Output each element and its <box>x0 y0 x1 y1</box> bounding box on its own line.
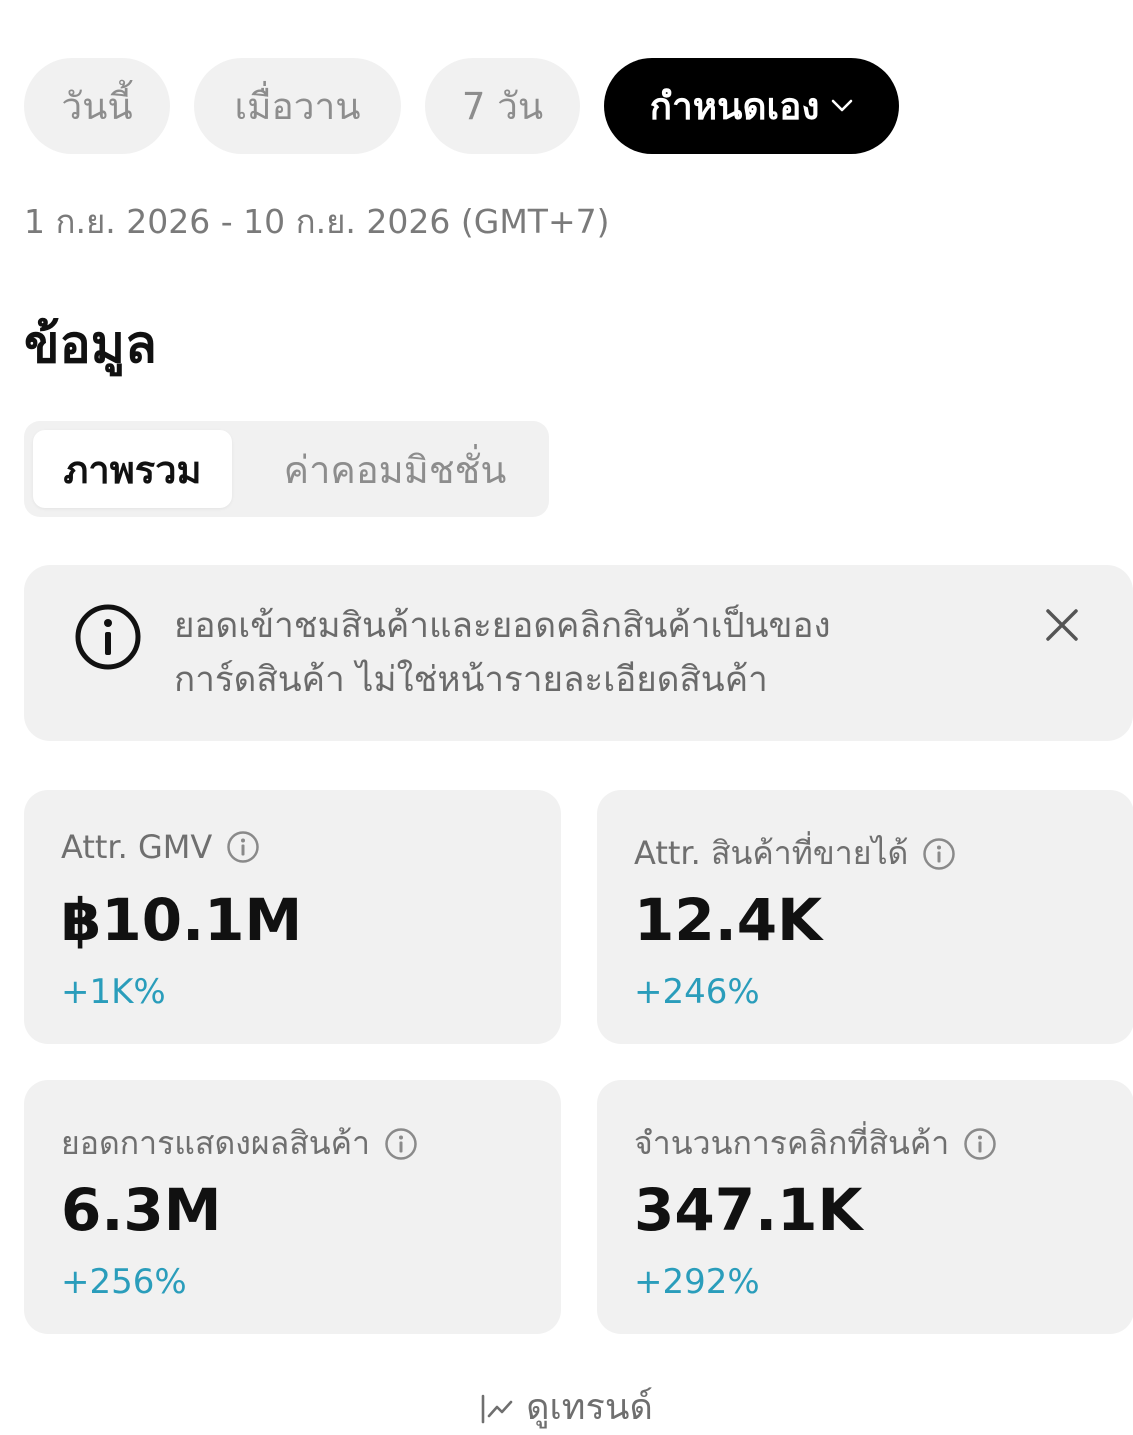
metric-card-product-clicks[interactable]: จำนวนการคลิกที่สินค้า 347.1K +292% <box>597 1080 1133 1334</box>
metric-label: จำนวนการคลิกที่สินค้า <box>634 1124 950 1162</box>
filter-today-chip[interactable]: วันนี้ <box>24 58 170 154</box>
info-icon <box>75 604 141 670</box>
info-icon[interactable] <box>922 837 956 871</box>
filter-yesterday-chip[interactable]: เมื่อวาน <box>194 58 401 154</box>
info-icon[interactable] <box>384 1127 418 1161</box>
tab-overview-label: ภาพรวม <box>63 447 202 492</box>
metric-card-attr-items-sold[interactable]: Attr. สินค้าที่ขายได้ 12.4K +246% <box>597 790 1133 1044</box>
tab-commission-label: ค่าคอมมิชชั่น <box>283 447 507 492</box>
section-title: ข้อมูล <box>24 315 157 375</box>
metric-label-row: Attr. GMV <box>61 828 260 866</box>
notice-text: ยอดเข้าชมสินค้าและยอดคลิกสินค้าเป็นของ ก… <box>174 599 831 707</box>
tab-overview[interactable]: ภาพรวม <box>33 430 232 508</box>
tab-switcher: ภาพรวม ค่าคอมมิชชั่น <box>24 421 549 517</box>
view-trend-label: ดูเทรนด์ <box>526 1387 653 1428</box>
metric-change: +292% <box>634 1262 760 1302</box>
chevron-down-icon <box>832 99 853 112</box>
metric-label: Attr. GMV <box>61 828 213 866</box>
metric-label-row: จำนวนการคลิกที่สินค้า <box>634 1118 997 1169</box>
close-icon[interactable] <box>1044 607 1080 643</box>
notice-line-2: การ์ดสินค้า ไม่ใช่หน้ารายละเอียดสินค้า <box>174 660 768 700</box>
notice-line-1: ยอดเข้าชมสินค้าและยอดคลิกสินค้าเป็นของ <box>174 606 831 646</box>
notice-banner: ยอดเข้าชมสินค้าและยอดคลิกสินค้าเป็นของ ก… <box>24 565 1133 741</box>
filter-yesterday-label: เมื่อวาน <box>234 84 361 128</box>
filter-7-days-chip[interactable]: 7 วัน <box>425 58 580 154</box>
metric-card-attr-gmv[interactable]: Attr. GMV ฿10.1M +1K% <box>24 790 561 1044</box>
metric-value: ฿10.1M <box>61 886 303 954</box>
metric-label-row: ยอดการแสดงผลสินค้า <box>61 1118 418 1169</box>
filter-today-label: วันนี้ <box>61 84 133 128</box>
metric-card-product-impressions[interactable]: ยอดการแสดงผลสินค้า 6.3M +256% <box>24 1080 561 1334</box>
metric-value: 347.1K <box>634 1176 863 1244</box>
info-icon[interactable] <box>226 830 260 864</box>
metric-change: +246% <box>634 972 760 1012</box>
date-range-text: 1 ก.ย. 2026 - 10 ก.ย. 2026 (GMT+7) <box>24 202 610 241</box>
metric-label-row: Attr. สินค้าที่ขายได้ <box>634 828 956 879</box>
metric-change: +256% <box>61 1262 187 1302</box>
metric-value: 12.4K <box>634 886 823 954</box>
metric-label: ยอดการแสดงผลสินค้า <box>61 1124 370 1162</box>
trend-chart-icon <box>481 1394 513 1424</box>
metric-change: +1K% <box>61 972 166 1012</box>
filter-7-days-label: 7 วัน <box>461 84 544 128</box>
metric-label: Attr. สินค้าที่ขายได้ <box>634 834 909 872</box>
filter-custom-chip[interactable]: กำหนดเอง <box>604 58 899 154</box>
metric-value: 6.3M <box>61 1176 222 1244</box>
filter-custom-label: กำหนดเอง <box>649 84 820 128</box>
info-icon[interactable] <box>963 1127 997 1161</box>
tab-commission[interactable]: ค่าคอมมิชชั่น <box>250 430 540 508</box>
view-trend-link[interactable]: ดูเทรนด์ <box>0 1378 1133 1435</box>
